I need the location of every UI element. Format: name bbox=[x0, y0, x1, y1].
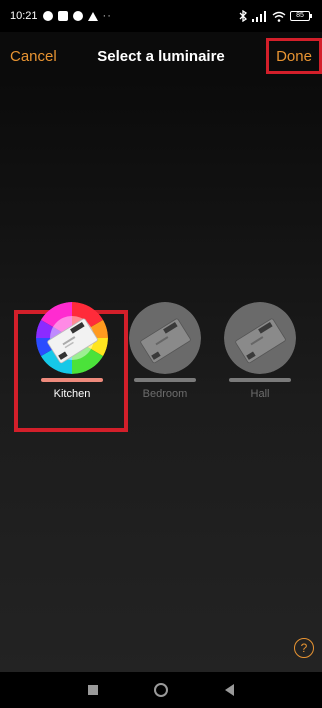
controller-device-icon bbox=[36, 302, 108, 374]
unselected-indicator bbox=[229, 378, 291, 382]
messenger-icon bbox=[72, 11, 83, 21]
home-icon bbox=[154, 683, 169, 697]
luminaire-list: Kitchen Bedroom Hall ? bbox=[0, 80, 322, 672]
home-button[interactable] bbox=[154, 683, 169, 697]
recent-apps-icon bbox=[88, 685, 99, 695]
page-title: Select a luminaire bbox=[97, 47, 225, 65]
wifi-icon bbox=[272, 11, 286, 22]
recent-apps-button[interactable] bbox=[88, 685, 99, 695]
cancel-button[interactable]: Cancel bbox=[10, 32, 57, 80]
battery-icon: 85 bbox=[290, 11, 312, 21]
warning-icon bbox=[87, 11, 98, 21]
status-right: 85 bbox=[238, 10, 312, 22]
luminaire-label: Bedroom bbox=[142, 388, 188, 400]
unselected-indicator bbox=[134, 378, 196, 382]
more-notifications-icon: ·· bbox=[102, 10, 112, 22]
signal-icon bbox=[252, 10, 266, 22]
controller-device-icon bbox=[129, 302, 201, 374]
fan-icon bbox=[42, 11, 53, 21]
luminaire-bedroom[interactable]: Bedroom bbox=[120, 302, 210, 422]
luminaire-label: Hall bbox=[250, 388, 270, 400]
luminaire-kitchen[interactable]: Kitchen bbox=[27, 302, 117, 422]
back-button[interactable] bbox=[224, 684, 234, 696]
status-bar: 10:21 ·· 85 bbox=[0, 0, 322, 32]
status-left: 10:21 ·· bbox=[10, 10, 112, 22]
luminaire-label: Kitchen bbox=[53, 388, 91, 400]
message-icon bbox=[57, 11, 68, 21]
system-nav-bar bbox=[0, 672, 322, 708]
luminaire-hall[interactable]: Hall bbox=[215, 302, 305, 422]
selected-indicator bbox=[41, 378, 103, 382]
done-button[interactable]: Done bbox=[266, 38, 322, 74]
nav-header: Cancel Select a luminaire Done bbox=[0, 32, 322, 80]
status-time: 10:21 bbox=[10, 10, 38, 22]
help-icon[interactable]: ? bbox=[294, 638, 314, 658]
controller-device-icon bbox=[224, 302, 296, 374]
back-icon bbox=[224, 684, 234, 696]
bluetooth-icon bbox=[239, 10, 248, 22]
